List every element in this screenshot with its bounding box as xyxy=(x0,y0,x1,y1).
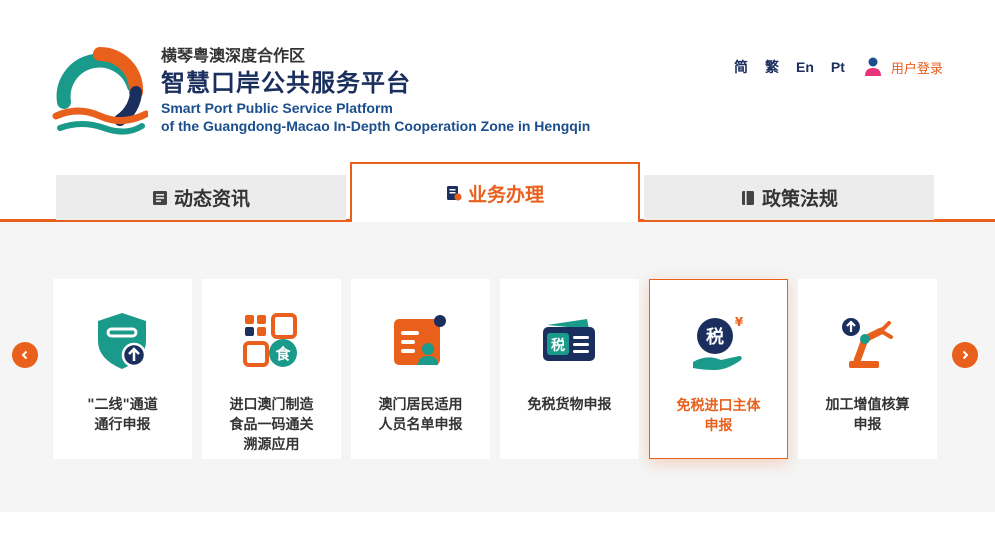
svg-text:食: 食 xyxy=(275,345,291,363)
qr-food-icon: 食 xyxy=(243,313,297,367)
book-icon xyxy=(741,190,754,205)
service-card-macao-resident-list[interactable]: 澳门居民适用 人员名单申报 xyxy=(351,279,490,459)
service-card-label: 免税进口主体 申报 xyxy=(676,398,761,434)
shield-upload-icon xyxy=(98,313,147,369)
user-login-button[interactable]: 用户登录 xyxy=(864,57,943,77)
platform-logo xyxy=(52,46,148,135)
user-login-label: 用户登录 xyxy=(890,61,943,77)
tab-news[interactable]: 动态资讯 xyxy=(56,175,346,220)
service-card-label: 加工增值核算 申报 xyxy=(825,397,910,433)
service-card-processing-value-added[interactable]: 加工增值核算 申报 xyxy=(798,279,937,459)
tab-business[interactable]: 业务办理 xyxy=(350,162,640,222)
chevron-left-icon xyxy=(21,350,28,360)
tab-policy[interactable]: 政策法规 xyxy=(644,175,934,220)
tab-news-label: 动态资讯 xyxy=(173,188,250,210)
svg-text:税: 税 xyxy=(706,326,724,348)
service-card-second-line-declaration[interactable]: "二线"通道 通行申报 xyxy=(53,279,192,459)
main-tabs: 动态资讯 业务办理 政策法规 xyxy=(0,160,995,224)
service-card-label: 进口澳门制造 食品一码通关 溯源应用 xyxy=(229,397,314,453)
lang-portuguese[interactable]: Pt xyxy=(831,59,845,75)
user-icon xyxy=(864,57,881,76)
language-switcher: 简 繁 En Pt 用户登录 xyxy=(734,57,943,77)
lang-english[interactable]: En xyxy=(796,59,814,75)
tab-policy-label: 政策法规 xyxy=(761,188,838,210)
platform-name: 智慧口岸公共服务平台 xyxy=(161,69,411,97)
page-bottom xyxy=(0,512,995,560)
platform-name-en-line2: of the Guangdong-Macao In-Depth Cooperat… xyxy=(161,118,591,134)
chevron-right-icon xyxy=(962,350,969,360)
business-doc-icon xyxy=(446,186,462,201)
lang-traditional[interactable]: 繁 xyxy=(765,57,779,77)
org-name: 横琴粤澳深度合作区 xyxy=(161,46,306,65)
resident-list-icon xyxy=(394,315,446,365)
service-card-duty-free-goods[interactable]: 税 免税货物申报 xyxy=(500,279,639,459)
brand-block: 横琴粤澳深度合作区 智慧口岸公共服务平台 Smart Port Public S… xyxy=(161,45,590,135)
robot-arm-icon xyxy=(842,318,893,368)
lang-simplified[interactable]: 简 xyxy=(734,57,748,77)
service-card-label: "二线"通道 通行申报 xyxy=(87,397,158,433)
svg-text:税: 税 xyxy=(551,337,565,354)
news-icon xyxy=(152,190,167,205)
service-card-macao-food-traceability[interactable]: 食 进口澳门制造 食品一码通关 溯源应用 xyxy=(202,279,341,459)
service-card-label: 澳门居民适用 人员名单申报 xyxy=(378,397,463,433)
svg-text:¥: ¥ xyxy=(735,315,744,329)
platform-name-en-line1: Smart Port Public Service Platform xyxy=(161,100,393,116)
carousel-next-button[interactable] xyxy=(952,342,978,368)
tax-ticket-icon: 税 xyxy=(543,319,595,361)
service-card-duty-free-import-entity[interactable]: 税 ¥ 免税进口主体 申报 xyxy=(649,279,788,459)
tax-hand-icon: 税 ¥ xyxy=(693,315,744,370)
tab-business-label: 业务办理 xyxy=(467,183,544,206)
service-card-label: 免税货物申报 xyxy=(527,397,612,413)
carousel-prev-button[interactable] xyxy=(12,342,38,368)
